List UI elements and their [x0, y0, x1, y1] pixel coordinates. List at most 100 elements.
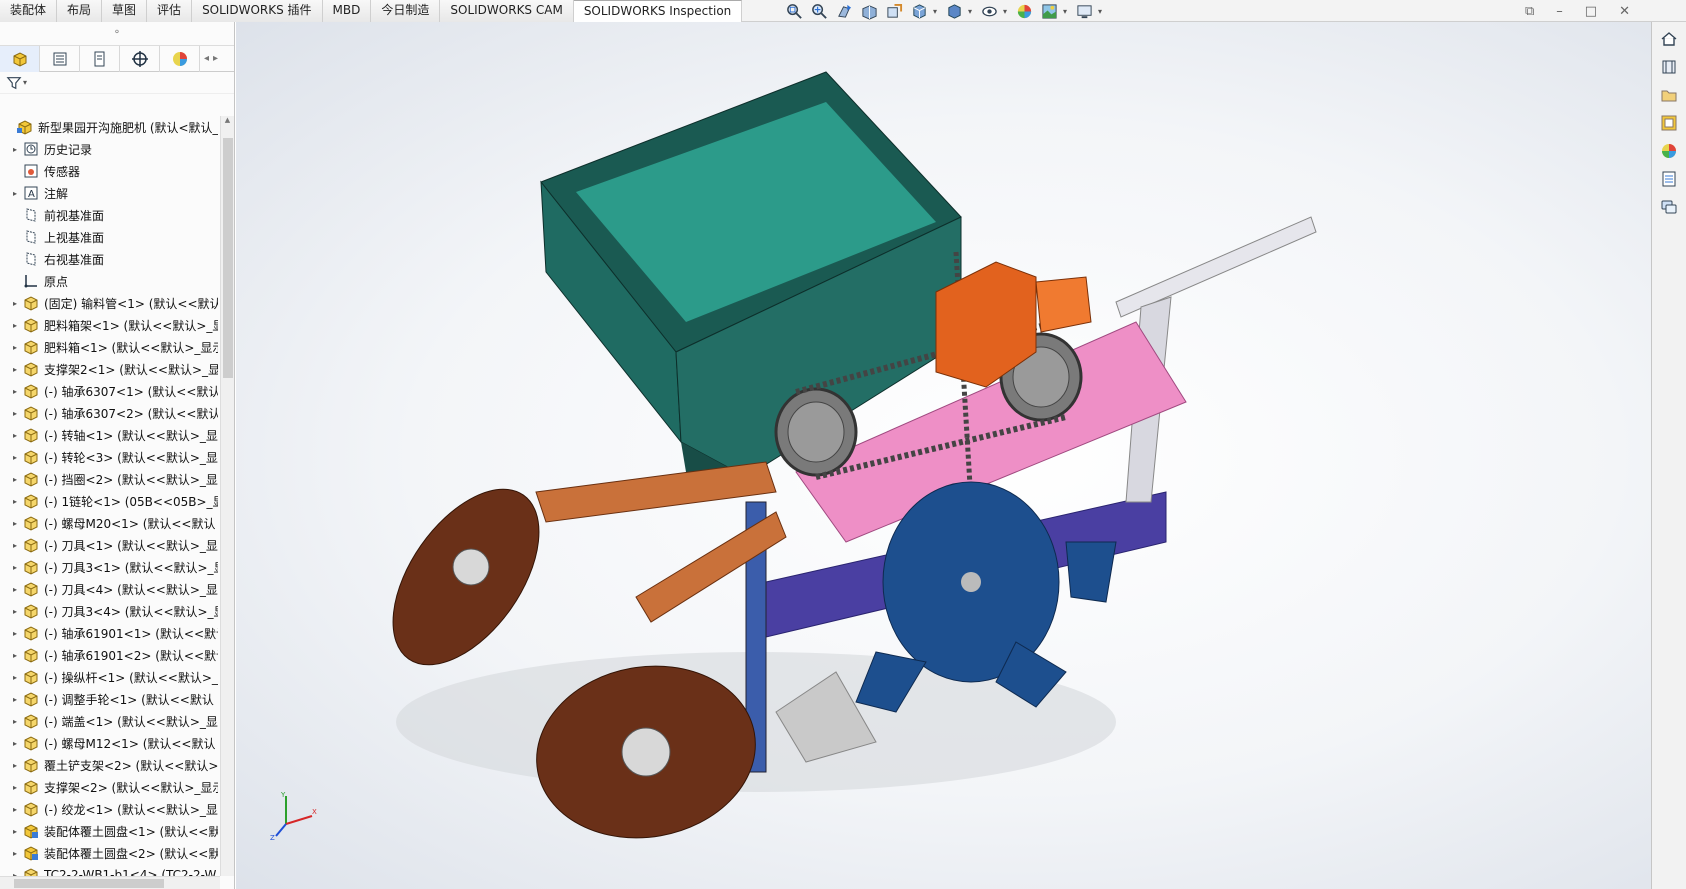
tree-horizontal-scrollbar[interactable]	[0, 876, 220, 889]
view-settings-dropdown-icon[interactable]: ▾	[1098, 3, 1105, 20]
tree-node[interactable]: ▸ 覆土铲支架<2> (默认<<默认>	[0, 754, 218, 776]
tree-node[interactable]: ▸ (-) 转轮<3> (默认<<默认>_显	[0, 446, 218, 468]
expand-arrow-icon[interactable]: ▸	[8, 563, 22, 572]
tree-node[interactable]: ▸ (-) 端盖<1> (默认<<默认>_显	[0, 710, 218, 732]
expand-arrow-icon[interactable]: ▸	[8, 431, 22, 440]
tree-node[interactable]: ▸ 支撑架<2> (默认<<默认>_显示	[0, 776, 218, 798]
expand-arrow-icon[interactable]: ▸	[8, 497, 22, 506]
assembly-model[interactable]	[236, 22, 1651, 889]
tree-node[interactable]: 右视基准面	[0, 248, 218, 270]
expand-arrow-icon[interactable]: ▸	[8, 321, 22, 330]
tree-root-assembly[interactable]: 新型果园开沟施肥机 (默认<默认_显	[0, 116, 218, 138]
expand-arrow-icon[interactable]: ▸	[8, 607, 22, 616]
configurationmanager-tab[interactable]	[80, 46, 120, 72]
tree-node[interactable]: ▸ TC2-2-WB1-b1<4> (TC2-2-W	[0, 864, 218, 876]
expand-arrow-icon[interactable]: ▸	[8, 453, 22, 462]
hide-show-dropdown-icon[interactable]: ▾	[1003, 3, 1010, 20]
hide-show-icon[interactable]	[978, 3, 1000, 20]
tree-node[interactable]: ▸ (-) 操纵杆<1> (默认<<默认>_	[0, 666, 218, 688]
tree-node[interactable]: ▸ 支撑架2<1> (默认<<默认>_显	[0, 358, 218, 380]
apply-scene-dropdown-icon[interactable]: ▾	[1063, 3, 1070, 20]
apply-scene-icon[interactable]	[1038, 3, 1060, 20]
featuremanager-tab[interactable]	[0, 46, 40, 72]
tree-node[interactable]: ▸ (-) 调整手轮<1> (默认<<默认	[0, 688, 218, 710]
expand-arrow-icon[interactable]: ▸	[8, 299, 22, 308]
expand-arrow-icon[interactable]: ▸	[8, 409, 22, 418]
appearances-icon[interactable]	[1658, 140, 1680, 162]
expand-arrow-icon[interactable]: ▸	[8, 387, 22, 396]
expand-arrow-icon[interactable]: ▸	[8, 475, 22, 484]
expand-arrow-icon[interactable]: ▸	[8, 717, 22, 726]
section-view-icon[interactable]	[858, 3, 880, 20]
expand-arrow-icon[interactable]: ▸	[8, 541, 22, 550]
tab-today-manufacturing[interactable]: 今日制造	[371, 0, 441, 22]
expand-arrow-icon[interactable]: ▸	[8, 343, 22, 352]
tree-node[interactable]: ▸ A 注解	[0, 182, 218, 204]
custom-properties-icon[interactable]	[1658, 168, 1680, 190]
tree-node[interactable]: ▸ (-) 轴承61901<1> (默认<<默认	[0, 622, 218, 644]
view-settings-icon[interactable]	[1073, 3, 1095, 20]
tree-node[interactable]: ▸ (固定) 输料管<1> (默认<<默认	[0, 292, 218, 314]
tab-addins[interactable]: SOLIDWORKS 插件	[192, 0, 323, 22]
tree-node[interactable]: ▸ 历史记录	[0, 138, 218, 160]
tree-node[interactable]: ▸ (-) 刀具<1> (默认<<默认>_显	[0, 534, 218, 556]
tree-node[interactable]: 上视基准面	[0, 226, 218, 248]
tree-node[interactable]: ▸ (-) 刀具3<1> (默认<<默认>_显	[0, 556, 218, 578]
expand-arrow-icon[interactable]: ▸	[8, 849, 22, 858]
tab-assembly[interactable]: 装配体	[0, 0, 58, 22]
tab-inspection[interactable]: SOLIDWORKS Inspection	[573, 0, 743, 22]
zoom-to-area-icon[interactable]	[808, 3, 830, 20]
tree-node[interactable]: ▸ (-) 刀具<4> (默认<<默认>_显	[0, 578, 218, 600]
expand-arrow-icon[interactable]: ▸	[8, 739, 22, 748]
tree-vertical-scrollbar[interactable]: ▲	[220, 116, 234, 876]
tree-node[interactable]: ▸ (-) 轴承6307<2> (默认<<默认	[0, 402, 218, 424]
dimxpertmanager-tab[interactable]	[120, 46, 160, 72]
tree-node[interactable]: ▸ (-) 螺母M12<1> (默认<<默认	[0, 732, 218, 754]
expand-arrow-icon[interactable]: ▸	[8, 805, 22, 814]
view-orientation-icon[interactable]	[908, 3, 930, 20]
tree-node[interactable]: ▸ (-) 1链轮<1> (05B<<05B>_显	[0, 490, 218, 512]
scroll-thumb[interactable]	[223, 138, 233, 378]
forum-icon[interactable]	[1658, 196, 1680, 218]
tree-node[interactable]: 传感器	[0, 160, 218, 182]
tree-node[interactable]: ▸ 装配体覆土圆盘<2> (默认<<默认	[0, 842, 218, 864]
view-palette-icon[interactable]	[1658, 112, 1680, 134]
tree-node[interactable]: ▸ 装配体覆土圆盘<1> (默认<<默认	[0, 820, 218, 842]
minimize-icon[interactable]: –	[1556, 4, 1563, 19]
tree-node[interactable]: ▸ (-) 转轴<1> (默认<<默认>_显	[0, 424, 218, 446]
tab-mbd[interactable]: MBD	[322, 0, 372, 22]
tree-node[interactable]: ▸ 肥料箱架<1> (默认<<默认>_显	[0, 314, 218, 336]
expand-arrow-icon[interactable]: ▸	[8, 365, 22, 374]
tab-evaluate[interactable]: 评估	[147, 0, 193, 22]
zoom-to-fit-icon[interactable]	[783, 3, 805, 20]
scroll-left-icon[interactable]: ◂	[204, 53, 209, 64]
propertymanager-tab[interactable]	[40, 46, 80, 72]
filter-icon[interactable]	[6, 75, 22, 91]
previous-view-icon[interactable]	[833, 3, 855, 20]
expand-arrow-icon[interactable]: ▸	[8, 827, 22, 836]
tree-node[interactable]: ▸ (-) 绞龙<1> (默认<<默认>_显	[0, 798, 218, 820]
file-explorer-icon[interactable]	[1658, 84, 1680, 106]
graphics-area[interactable]: Y X Z	[236, 22, 1651, 889]
display-style-dropdown-icon[interactable]: ▾	[968, 3, 975, 20]
maximize-icon[interactable]: □	[1585, 4, 1597, 19]
tab-cam[interactable]: SOLIDWORKS CAM	[440, 0, 574, 22]
expand-arrow-icon[interactable]: ▸	[8, 145, 22, 154]
tree-node[interactable]: ▸ (-) 轴承6307<1> (默认<<默认	[0, 380, 218, 402]
tree-node[interactable]: ▸ 肥料箱<1> (默认<<默认>_显示	[0, 336, 218, 358]
close-icon[interactable]: ✕	[1619, 4, 1630, 19]
panel-grip-icon[interactable]: ⚬	[0, 22, 234, 46]
scroll-right-icon[interactable]: ▸	[213, 53, 218, 64]
solidworks-resources-icon[interactable]	[1658, 28, 1680, 50]
display-style-icon[interactable]	[943, 3, 965, 20]
expand-arrow-icon[interactable]: ▸	[8, 673, 22, 682]
expand-arrow-icon[interactable]: ▸	[8, 783, 22, 792]
tab-sketch[interactable]: 草图	[102, 0, 148, 22]
design-library-icon[interactable]	[1658, 56, 1680, 78]
expand-arrow-icon[interactable]: ▸	[8, 761, 22, 770]
h-scroll-thumb[interactable]	[14, 879, 164, 888]
tree-node[interactable]: ▸ (-) 挡圈<2> (默认<<默认>_显	[0, 468, 218, 490]
tree-node[interactable]: 前视基准面	[0, 204, 218, 226]
dynamic-annotation-icon[interactable]	[883, 3, 905, 20]
expand-arrow-icon[interactable]: ▸	[8, 651, 22, 660]
